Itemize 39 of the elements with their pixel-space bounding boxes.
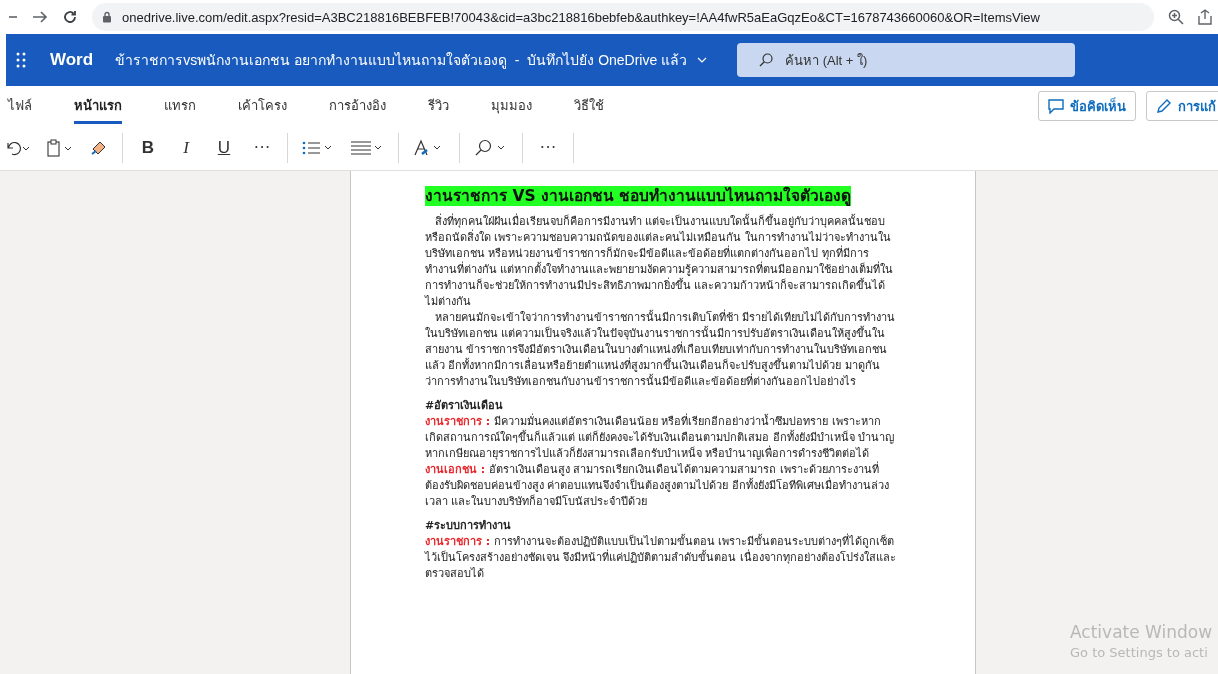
ribbon-tab[interactable]: หน้าแรก [74, 88, 122, 124]
lock-icon [102, 11, 112, 23]
bold-button[interactable]: B [135, 136, 161, 160]
ribbon-tab[interactable]: รีวิว [428, 88, 449, 124]
activation-notice: Activate Window [1070, 622, 1214, 642]
paragraph: งานราชการ : การทำงานจะต้องปฏิบัติแบบเป็นไปตามขั้นตอน เพราะมีขั้นตอนระบบต่างๆที่ได้ถูกเซ็ตไว้เป็นโครงสร้างอย่างชัดเจน จึงมีหน้าที่แค่ปฏิบัติตามลำดับขั้นตอน เนื่องจากทุกอย่างต้องโปร่งใสและตรวจสอบได้ [425, 534, 897, 582]
section-heading: #อัตราเงินเดือน [425, 398, 505, 413]
ribbon-tab[interactable]: ไฟล์ [8, 88, 32, 124]
search-field[interactable]: ค้นหา (Alt + ใ) [737, 43, 1076, 77]
document-title[interactable]: ข้าราชการvsพนักงานเอกชน อยากทำงานแบบไหนถามใจตัวเองดู - บันทึกไปยัง OneDrive แล้ว [115, 49, 708, 71]
paragraph: หลายคนมักจะเข้าใจว่าการทำงานข้าราชการนั้นมีการเติบโตที่ช้า มีรายได้เทียบไม่ได้กับการทำงานในบริษัทเอกชน แต่ความเป็นจริงแล้วในปัจจุบันงานราชการนั้นมีการปรับอัตราเงินเดือนให้สูงขึ้นในสายงาน ข้าราชการจึงมีอัตราเงินเดือนในบางตำแหน่งที่เกือบเทียบเท่ากับการทำงานในบริษัทเอกชนแล้ว อีกทั้งหากมีการเลื่อนหรือย้ายตำแหน่งที่สูงมากขึ้นเงินเดือนก็จะปรับสูงขึ้นตามไปด้วย มาดูกันว่าการทำงานในบริษัทเอกชนกับงานข้าราชการนั้นมีข้อดีและข้อด้อยที่ต่างกันออกไปอย่างไร [425, 310, 897, 390]
ribbon-tab[interactable]: เค้าโครง [238, 88, 287, 124]
paragraph: งานราชการ : มีความมั่นคงแต่อัตราเงินเดือนน้อย หรือที่เรียกอีกอย่างว่าน้ำซึมบ่อทราย เพราะหากเกิดสถานการณ์ใดๆขึ้นก็แล้วแต่ แต่ก็ยังคงจะได้รับเงินเดือนตามปกติเสมอ อีกทั้งยังมีบำเหน็จ บำนาญ หากเกษียณอายุราชการไปแล้วก็ยังสามารถเลือกรับบำเหน็จ หรือบำนาญเพื่อการดำรงชีวิตต่อได้ [425, 414, 896, 461]
ribbon-tab[interactable]: การอ้างอิง [329, 88, 386, 124]
ribbon-tab[interactable]: มุมมอง [491, 88, 532, 124]
comments-button[interactable]: ข้อคิดเห็น [1038, 91, 1136, 121]
document-heading: งานราชการ VS งานเอกชน ชอบทำงานแบบไหนถามใจตัวเองดู [425, 186, 852, 206]
more-button[interactable]: ··· [249, 136, 275, 160]
caret-icon [697, 57, 708, 63]
app-name: Word [50, 50, 94, 70]
section-heading: #ระบบการทำงาน [425, 518, 513, 534]
zoom-icon[interactable] [1168, 9, 1184, 25]
forward-icon[interactable] [32, 10, 48, 24]
reload-icon[interactable] [62, 9, 78, 25]
ribbon-tab[interactable]: วิธีใช้ [574, 88, 604, 124]
more-button[interactable]: ··· [535, 136, 561, 160]
paragraph: งานเอกชน : อัตราเงินเดือนสูง สามารถเรียกเงินเดือนได้ตามความสามารถ เพราะด้วยภาระงานที่ต้องรับผิดชอบค่อนข้างสูง ค่าตอบแทนจึงจำเป็นต้องสูงตามไปด้วย อีกทั้งยังมีโอทีพิเศษเมื่อทำงานล่วงเวลา และในบางบริษัทก็อาจมีโบนัสประจำปีด้วย [425, 462, 890, 510]
comment-icon [1048, 98, 1064, 114]
underline-button[interactable]: U [211, 136, 237, 160]
editing-button[interactable]: การแก้ [1146, 91, 1218, 121]
pencil-icon [1156, 98, 1172, 114]
italic-button[interactable]: I [173, 136, 199, 160]
share-icon[interactable] [1198, 9, 1212, 25]
activation-hint: Go to Settings to acti [1070, 645, 1209, 660]
address-bar[interactable]: onedrive.live.com/edit.aspx?resid=A3BC218816BEBFEB!70043&cid=a3bc218816bebfeb&authkey=!AA4fwR5aEaGqzEo&CT=1678743660060&OR=ItemsView [92, 3, 1154, 31]
app-launcher-icon[interactable] [16, 52, 26, 68]
paragraph: สิ่งที่ทุกคนใฝ่ฝันเมื่อเรียนจบก็คือการมีงานทำ แต่จะเป็นงานแบบใดนั้นก็ขึ้นอยู่กับว่าบุคคลนั้นชอบหรือถนัดสิ่งใด เพราะความชอบความถนัดของแต่ละคนไม่เหมือนกัน ในการทำงานไม่ว่าจะทำงานในบริษัทเอกชน หรือหน่วยงานข้าราชการก็มักจะมีข้อดีและข้อด้อยที่แตกต่างกันออกไป ทุกที่มีการทำงานที่ต่างกัน แต่หากตั้งใจทำงานและพยายามงัดความรู้ความสามารถที่ตนมีออกมาใช้อย่างเต็มที่ในการทำงานก็จะช่วยให้การทำงานมีประสิทธิภาพมากยิ่งขึ้น และความก้าวหน้าก็จะสามารถเกิดขึ้นได้ไม่ต่างกัน [425, 214, 895, 309]
search-icon [759, 53, 774, 67]
ribbon-tab[interactable]: แทรก [164, 88, 196, 124]
